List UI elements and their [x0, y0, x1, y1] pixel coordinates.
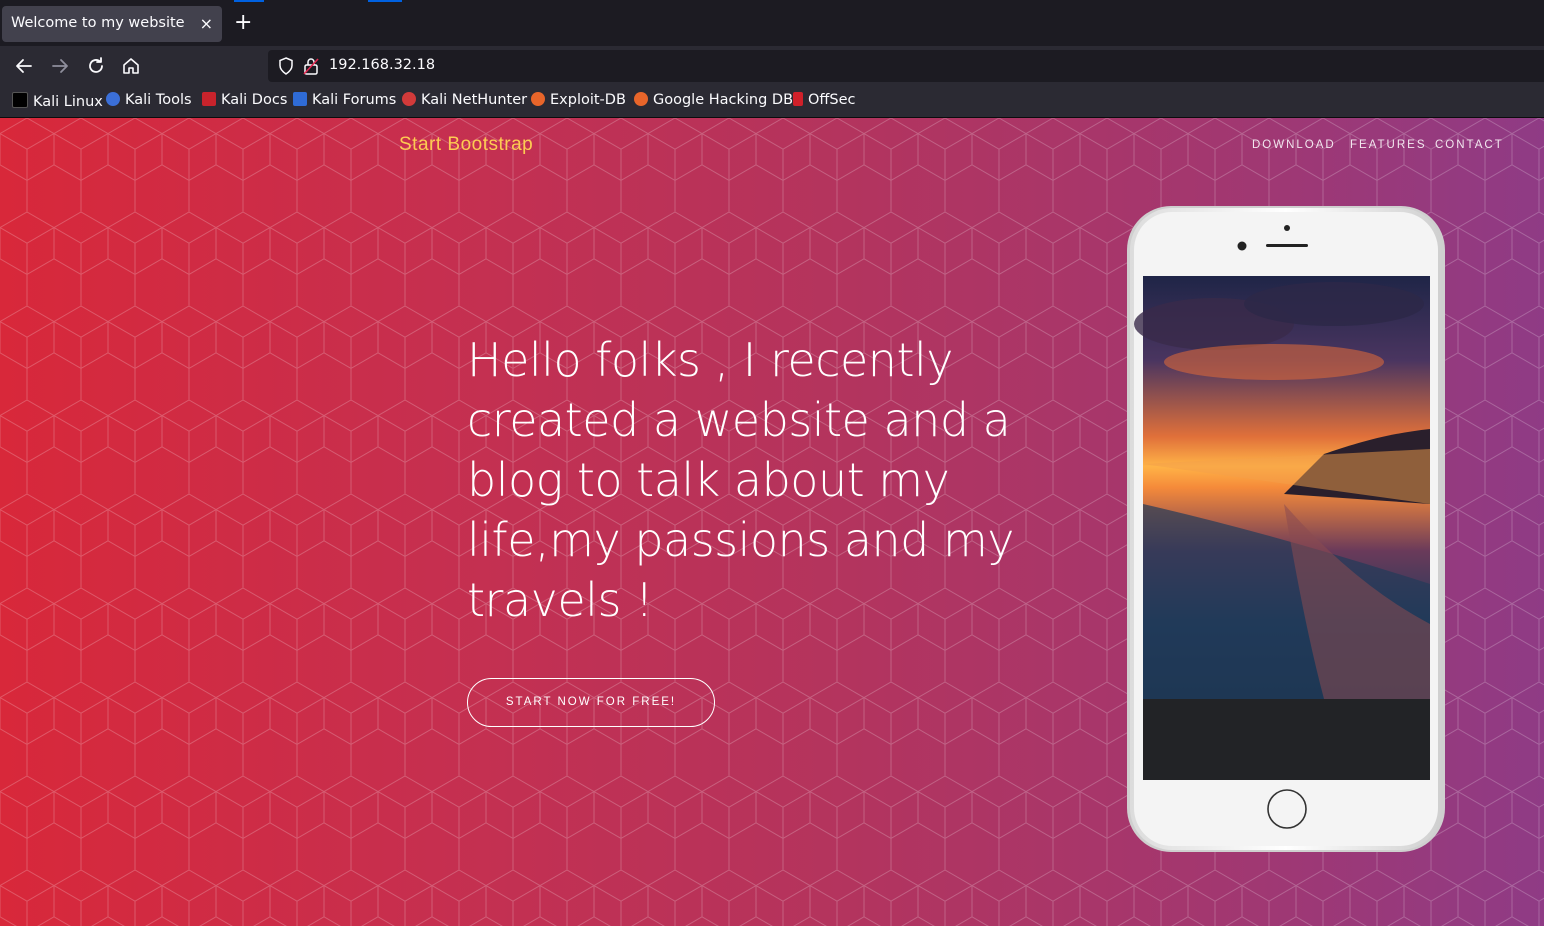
phone-mockup: [1127, 206, 1445, 852]
bookmark-kali-docs[interactable]: Kali Docs: [202, 92, 287, 112]
tab-title: Welcome to my website: [11, 15, 185, 31]
start-now-button[interactable]: START NOW FOR FREE!: [467, 678, 715, 727]
kali-tools-icon: [106, 92, 120, 106]
tracking-shield-icon[interactable]: [276, 56, 296, 76]
kali-dragon-icon: [12, 92, 28, 108]
bookmark-google-hacking-db[interactable]: Google Hacking DB: [634, 92, 793, 112]
ghdb-icon: [634, 92, 648, 106]
close-tab-icon[interactable]: ×: [200, 14, 213, 33]
address-bar[interactable]: 192.168.32.18: [268, 50, 1544, 82]
lock-icon[interactable]: [302, 56, 320, 76]
tabstrip-accent: [234, 0, 264, 2]
url-text[interactable]: 192.168.32.18: [329, 57, 435, 73]
bookmark-kali-forums[interactable]: Kali Forums: [293, 92, 396, 112]
reload-icon[interactable]: [84, 54, 108, 78]
bookmark-kali-tools[interactable]: Kali Tools: [106, 92, 192, 112]
new-tab-button[interactable]: +: [234, 10, 252, 36]
offsec-icon: [793, 92, 803, 106]
browser-tab-active[interactable]: Welcome to my website ×: [2, 6, 222, 42]
site-brand-link[interactable]: Start Bootstrap: [399, 134, 533, 156]
bookmark-offsec[interactable]: OffSec: [793, 92, 856, 112]
bookmarks-toolbar: Kali Linux Kali Tools Kali Docs Kali For…: [0, 86, 1544, 118]
headline-line: blog to talk about my: [467, 453, 950, 507]
nav-features-link[interactable]: FEATURES: [1350, 139, 1427, 151]
headline-line: travels !: [467, 573, 653, 627]
kali-forums-icon: [293, 92, 307, 106]
forward-arrow-icon[interactable]: [48, 54, 72, 78]
back-arrow-icon[interactable]: [12, 54, 36, 78]
exploit-db-icon: [531, 92, 545, 106]
headline-line: created a website and a: [467, 393, 1011, 447]
nethunter-icon: [402, 92, 416, 106]
nav-download-link[interactable]: DOWNLOAD: [1252, 139, 1336, 151]
bookmark-exploit-db[interactable]: Exploit-DB: [531, 92, 626, 112]
landing-page: Start Bootstrap DOWNLOAD FEATURES CONTAC…: [0, 118, 1544, 926]
browser-navigation-bar: 192.168.32.18: [0, 46, 1544, 86]
headline-line: Hello folks , I recently: [467, 333, 953, 387]
bookmark-kali-nethunter[interactable]: Kali NetHunter: [402, 92, 527, 112]
hero-headline: Hello folks , I recently created a websi…: [467, 330, 1027, 630]
home-icon[interactable]: [119, 54, 143, 78]
nav-contact-link[interactable]: CONTACT: [1435, 139, 1504, 151]
tabstrip-accent: [368, 0, 402, 2]
headline-line: life,my passions and my: [467, 513, 1015, 567]
bookmark-kali-linux[interactable]: Kali Linux: [12, 92, 103, 112]
browser-tab-bar: Welcome to my website × +: [0, 0, 1544, 46]
kali-docs-icon: [202, 92, 216, 106]
